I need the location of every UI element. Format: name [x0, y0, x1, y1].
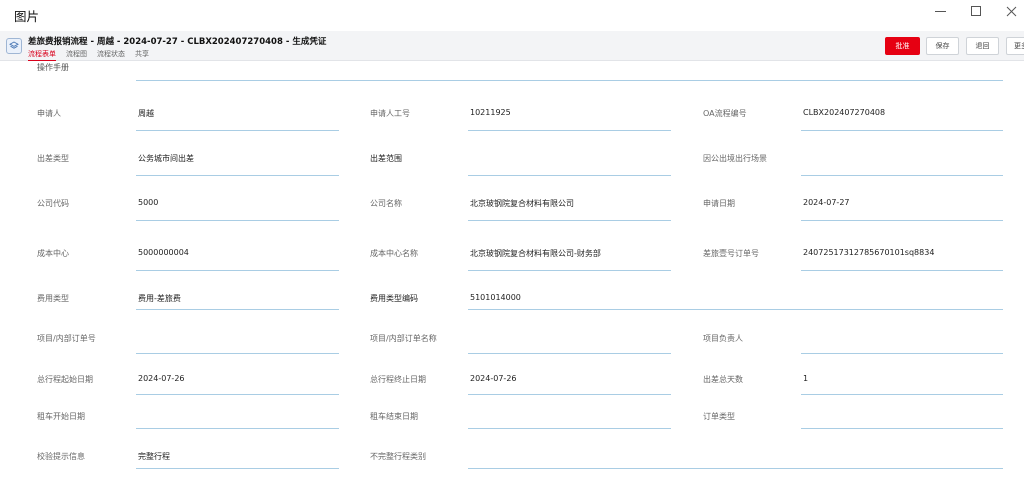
expense-type-label: 费用类型: [37, 294, 69, 303]
form-row: 费用类型 费用-差旅费 费用类型编码 5101014000: [0, 289, 1024, 329]
company-name-label: 公司名称: [370, 199, 402, 208]
form-header: 差旅费报销流程 - 周越 - 2024-07-27 - CLBX20240727…: [0, 31, 1024, 61]
document-title: 差旅费报销流程 - 周越 - 2024-07-27 - CLBX20240727…: [28, 37, 327, 47]
cost-center-label: 成本中心: [37, 249, 69, 258]
trip-scope-field[interactable]: [468, 175, 671, 176]
trip-days-value: 1: [803, 374, 809, 383]
form-row: 租车开始日期 租车结束日期 订单类型: [0, 407, 1024, 447]
expense-type-value: 费用-差旅费: [138, 294, 181, 303]
close-button[interactable]: [1000, 2, 1022, 20]
check-hint-field[interactable]: [136, 468, 339, 469]
window-titlebar: 图片: [0, 0, 1024, 30]
form-row: 校验提示信息 完整行程 不完整行程类别: [0, 447, 1024, 483]
trip-days-label: 出差总天数: [703, 375, 743, 384]
company-code-label: 公司代码: [37, 199, 69, 208]
check-hint-value: 完整行程: [138, 452, 170, 461]
project-owner-field[interactable]: [801, 353, 1003, 354]
manual-label: 操作手册: [37, 63, 69, 72]
cost-center-name-value: 北京玻钢院复合材料有限公司-财务部: [470, 249, 601, 258]
employee-id-label: 申请人工号: [370, 109, 410, 118]
project-number-label: 项目/内部订单号: [37, 334, 96, 343]
minimize-button[interactable]: [929, 2, 951, 20]
app-icon[interactable]: [6, 38, 22, 54]
apply-date-value: 2024-07-27: [803, 198, 850, 207]
rental-start-label: 租车开始日期: [37, 412, 85, 421]
project-number-field[interactable]: [136, 353, 339, 354]
maximize-button[interactable]: [965, 2, 987, 20]
oa-number-value: CLBX202407270408: [803, 108, 886, 117]
cost-center-value: 5000000004: [138, 248, 189, 257]
cost-center-name-field[interactable]: [468, 270, 671, 271]
applicant-value: 周越: [138, 109, 154, 118]
rental-start-field[interactable]: [136, 428, 339, 429]
employee-id-field[interactable]: [468, 130, 671, 131]
form-body: 操作手册 申请人 周越 申请人工号 10211925 OA流程编号 CLBX20240…: [0, 61, 1024, 483]
apply-date-field[interactable]: [801, 220, 1003, 221]
maximize-icon: [971, 6, 981, 16]
tab-status[interactable]: 流程状态: [97, 49, 125, 61]
return-button[interactable]: 退回: [966, 37, 999, 55]
order-number-value: 24072517312785670101sq8834: [803, 248, 935, 257]
company-code-field[interactable]: [136, 220, 339, 221]
oa-number-label: OA流程编号: [703, 109, 747, 118]
form-row: 公司代码 5000 公司名称 北京玻钢院复合材料有限公司 申请日期 2024-07-2…: [0, 194, 1024, 234]
expense-type-field[interactable]: [136, 309, 339, 310]
cost-center-field[interactable]: [136, 270, 339, 271]
trip-end-field[interactable]: [468, 394, 671, 395]
order-number-field[interactable]: [801, 270, 1003, 271]
layers-icon: [9, 41, 19, 49]
trip-type-value: 公务城市间出差: [138, 154, 194, 163]
oa-number-field[interactable]: [801, 130, 1003, 131]
rental-end-label: 租车结束日期: [370, 412, 418, 421]
incomplete-trip-field[interactable]: [468, 468, 1003, 469]
overseas-scene-field[interactable]: [801, 175, 1003, 176]
tab-bar: 流程表单 流程图 流程状态 共享: [28, 49, 149, 61]
more-button[interactable]: 更多: [1006, 37, 1024, 55]
trip-scope-label: 出差范围: [370, 154, 402, 163]
trip-start-value: 2024-07-26: [138, 374, 185, 383]
form-row: 出差类型 公务城市间出差 出差范围 因公出境出行场景: [0, 149, 1024, 189]
employee-id-value: 10211925: [470, 108, 511, 117]
close-icon: [1006, 6, 1016, 16]
trip-type-label: 出差类型: [37, 154, 69, 163]
tab-share[interactable]: 共享: [135, 49, 149, 61]
company-name-value: 北京玻钢院复合材料有限公司: [470, 199, 574, 208]
cost-center-name-label: 成本中心名称: [370, 249, 418, 258]
trip-end-value: 2024-07-26: [470, 374, 517, 383]
order-type-label: 订单类型: [703, 412, 735, 421]
approve-button[interactable]: 批准: [885, 37, 920, 55]
company-name-field[interactable]: [468, 220, 671, 221]
trip-end-label: 总行程终止日期: [370, 375, 426, 384]
company-code-value: 5000: [138, 198, 159, 207]
expense-code-field[interactable]: [468, 309, 1003, 310]
trip-start-field[interactable]: [136, 394, 339, 395]
form-row: 成本中心 5000000004 成本中心名称 北京玻钢院复合材料有限公司-财务部 差…: [0, 244, 1024, 284]
overseas-scene-label: 因公出境出行场景: [703, 154, 767, 163]
window-title: 图片: [14, 9, 40, 24]
tab-form[interactable]: 流程表单: [28, 49, 56, 61]
project-owner-label: 项目负责人: [703, 334, 743, 343]
trip-type-field[interactable]: [136, 175, 339, 176]
save-button[interactable]: 保存: [926, 37, 959, 55]
manual-field[interactable]: [136, 80, 1003, 81]
order-number-label: 差旅壹号订单号: [703, 249, 759, 258]
applicant-label: 申请人: [37, 109, 61, 118]
incomplete-trip-label: 不完整行程类别: [370, 452, 426, 461]
trip-start-label: 总行程起始日期: [37, 375, 93, 384]
check-hint-label: 校验提示信息: [37, 452, 85, 461]
tab-flowchart[interactable]: 流程图: [66, 49, 87, 61]
project-name-label: 项目/内部订单名称: [370, 334, 437, 343]
form-row: 总行程起始日期 2024-07-26 总行程终止日期 2024-07-26 出差总天…: [0, 370, 1024, 410]
minimize-icon: [934, 10, 946, 12]
apply-date-label: 申请日期: [703, 199, 735, 208]
rental-end-field[interactable]: [468, 428, 671, 429]
form-row: 项目/内部订单号 项目/内部订单名称 项目负责人: [0, 329, 1024, 369]
applicant-field[interactable]: [136, 130, 339, 131]
trip-days-field[interactable]: [801, 394, 1003, 395]
expense-code-value: 5101014000: [470, 293, 521, 302]
project-name-field[interactable]: [468, 353, 671, 354]
form-row: 申请人 周越 申请人工号 10211925 OA流程编号 CLBX2024072704…: [0, 104, 1024, 144]
expense-code-label: 费用类型编码: [370, 294, 418, 303]
order-type-field[interactable]: [801, 428, 1003, 429]
